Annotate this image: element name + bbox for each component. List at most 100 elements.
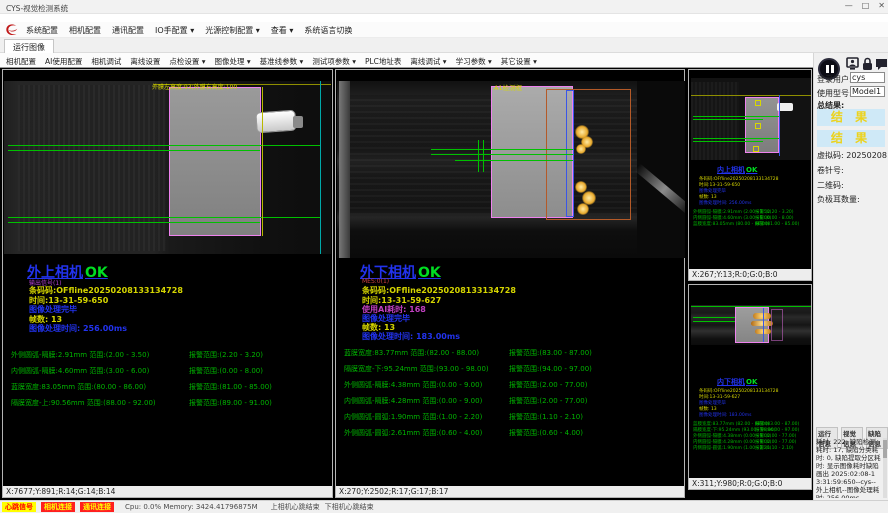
yellow-edge-line — [262, 87, 263, 236]
measure-value: 外侧圆弧-圆弧:2.61mm 范围:(0.60 - 4.00) — [344, 428, 482, 438]
login-user-input[interactable] — [850, 72, 885, 83]
status-bar: 心跳信号 相机连接 通讯连接 Cpu: 0.0% Memory: 3424.41… — [0, 500, 888, 513]
measure-value: 蓝膜宽度:83.77mm 范围:(82.00 - 88.00) — [344, 348, 479, 358]
model-input[interactable] — [850, 86, 885, 97]
measure-value: 隔膜宽度-下:95.24mm 范围:(93.00 - 98.00) — [344, 364, 489, 374]
cyan-boundary-line — [320, 81, 321, 254]
pause-icon — [831, 65, 834, 73]
measurement-row: 内侧圆弧-圆弧:1.90mm (1.00 - 2.20)报警:(1.10 - 2… — [693, 445, 809, 451]
measurement-row: 蓝膜宽度:83.77mm 范围:(82.00 - 88.00)报警范围:(83.… — [344, 348, 674, 357]
title-bar: CYS-视觉检测系统 — □ ✕ — [0, 0, 888, 14]
menu-bar: 系统配置 相机配置 通讯配置 IO手配置 ▾ 光源控制配置 ▾ 查看 ▾ 系统语… — [0, 22, 888, 38]
pixel-coords-readout: X:311;Y:980;R:0;G:0;B:0 — [689, 478, 811, 489]
camera-panel-outer-upper: 外膜左高度:93;外膜右高度:100 外上相机OK 输出信号(1) 条码码:OF… — [2, 69, 333, 498]
proc-time-line: 图像处理时间: 256.00ms — [29, 323, 127, 334]
qr-code-label: 二维码: — [817, 180, 844, 191]
camera-view-outer-lower[interactable]: A1检测框 — [337, 81, 685, 258]
tab-glint — [751, 321, 773, 326]
tool-offline-setting[interactable]: 离线设置 — [130, 56, 160, 67]
camera-panel-inner-lower: 内下相机OK 条码码:OFfline20250208133134728 时间:1… — [688, 284, 812, 490]
menu-item-light-config[interactable]: 光源控制配置 ▾ — [205, 25, 260, 36]
measurement-row: 蓝膜宽度:83.05mm (80.00 - 86.00)报警:(81.00 - … — [693, 221, 809, 227]
measurement-row: 外侧圆弧-圆弧:2.61mm 范围:(0.60 - 4.00) 报警范围:(0.6… — [344, 428, 674, 437]
roi-label: A1检测框 — [494, 82, 522, 92]
scrollbar-thumb[interactable] — [883, 440, 887, 458]
camera-name: 内下相机 — [717, 378, 745, 386]
tab-glint — [576, 144, 586, 154]
tool-other-settings[interactable]: 其它设置 ▾ — [501, 56, 537, 67]
connector-tip — [293, 116, 303, 128]
machine-texture — [691, 82, 739, 160]
tool-image-process[interactable]: 图像处理 ▾ — [215, 56, 251, 67]
measure-value: 内侧圆弧-隔膜:4.28mm 范围:(0.00 - 9.00) — [344, 396, 482, 406]
cpu-memory-readout: Cpu: 0.0% Memory: 3424.41796875M — [125, 503, 258, 511]
menu-item-comm-config[interactable]: 通讯配置 — [112, 25, 144, 36]
result-display-1: 结 果 — [817, 109, 885, 126]
tool-learn-params[interactable]: 学习参数 ▾ — [456, 56, 492, 67]
right-sidebar: 登录用户: 使用型号: 总结果: 结 果 结 果 虚拟码: 20250208 卷… — [813, 53, 888, 500]
measure-line — [8, 150, 260, 151]
corner-marker — [755, 100, 761, 106]
camera-view-inner-lower[interactable] — [691, 305, 811, 345]
tool-spotcheck-setting[interactable]: 点检设置 ▾ — [169, 56, 205, 67]
corner-marker — [755, 123, 761, 129]
app-window: CYS-视觉检测系统 — □ ✕ 系统配置 相机配置 通讯配置 IO手配置 ▾ … — [0, 0, 888, 522]
overlay-measurement-label: 外膜左高度:93;外膜右高度:100 — [152, 82, 237, 91]
alarm-range: 报警范围:(0.60 - 4.00) — [509, 428, 583, 438]
tab-run-image[interactable]: 运行图像 — [4, 39, 54, 53]
menu-item-view[interactable]: 查看 ▾ — [271, 25, 294, 36]
tool-offline-debug[interactable]: 离线调试 ▾ — [410, 56, 446, 67]
tool-baseline-params[interactable]: 基准线参数 ▾ — [260, 56, 304, 67]
tool-test-params[interactable]: 测试项参数 ▾ — [312, 56, 356, 67]
minimize-button[interactable]: — — [845, 1, 853, 10]
blue-edge-line — [779, 95, 780, 156]
tab-glint — [577, 203, 589, 215]
model-label: 使用型号: — [817, 88, 852, 99]
corner-marker — [753, 146, 759, 152]
alarm-range: 报警范围:(2.00 - 77.00) — [509, 396, 587, 406]
login-user-label: 登录用户: — [817, 74, 852, 85]
menu-item-camera-config[interactable]: 相机配置 — [69, 25, 101, 36]
olive-reference-line — [691, 95, 811, 96]
proc-time-line: 图像处理时间: 183.00ms — [699, 412, 751, 418]
cell-block-roi — [169, 87, 261, 236]
tool-ai-config[interactable]: AI使用配置 — [45, 56, 82, 67]
menu-item-language[interactable]: 系统语言切换 — [304, 25, 352, 36]
result-ok-badge: OK — [416, 265, 441, 281]
measure-line — [8, 222, 260, 223]
measure-line — [693, 141, 763, 142]
maximize-button[interactable]: □ — [862, 1, 870, 10]
measure-value: 外侧圆弧-隔膜:2.91mm 范围:(2.00 - 3.50) — [11, 350, 149, 360]
alarm-range: 报警:(1.10 - 2.10) — [755, 445, 794, 451]
pixel-coords-readout: X:7677;Y:891;R:14;G:14;B:14 — [3, 486, 332, 497]
tool-plc-table[interactable]: PLC地址表 — [365, 56, 401, 67]
tool-camera-config[interactable]: 相机配置 — [6, 56, 36, 67]
menu-item-io-config[interactable]: IO手配置 ▾ — [155, 25, 194, 36]
pause-icon — [826, 65, 829, 73]
camera-result-title: 内上相机OK — [717, 165, 757, 175]
result-ok-badge: OK — [745, 166, 757, 174]
proc-time-line: 图像处理时间: 256.00ms — [699, 200, 751, 206]
measure-line — [431, 154, 573, 155]
camera-result-title: 内下相机OK — [717, 377, 757, 387]
camera-connection-badge: 相机连接 — [41, 502, 75, 512]
log-scrollbar[interactable] — [883, 438, 887, 498]
alarm-range: 报警范围:(94.00 - 97.00) — [509, 364, 592, 374]
virtual-code-value: 20250208 — [846, 151, 887, 160]
comm-connection-badge: 通讯连接 — [80, 502, 114, 512]
heartbeat-status-badge: 心跳信号 — [2, 502, 36, 512]
alarm-range: 报警范围:(81.00 - 85.00) — [189, 382, 272, 392]
tab-glint — [753, 313, 771, 319]
camera-view-inner-upper[interactable] — [691, 78, 811, 160]
measure-value: 内侧圆弧-圆弧:1.90mm 范围:(1.00 - 2.20) — [344, 412, 482, 422]
close-button[interactable]: ✕ — [878, 1, 885, 10]
virtual-code-row: 虚拟码: 20250208 — [817, 150, 887, 161]
measure-line — [8, 217, 321, 218]
upper-camera-heartbeat-msg: 上相机心跳结束 — [271, 502, 320, 512]
proc-time-line: 图像处理时间: 183.00ms — [362, 331, 460, 342]
machine-edge — [339, 81, 350, 258]
tool-camera-debug[interactable]: 相机调试 — [91, 56, 121, 67]
result-ok-badge: OK — [745, 378, 757, 386]
camera-view-outer-upper[interactable]: 外膜左高度:93;外膜右高度:100 — [4, 81, 331, 254]
menu-item-system-config[interactable]: 系统配置 — [26, 25, 58, 36]
